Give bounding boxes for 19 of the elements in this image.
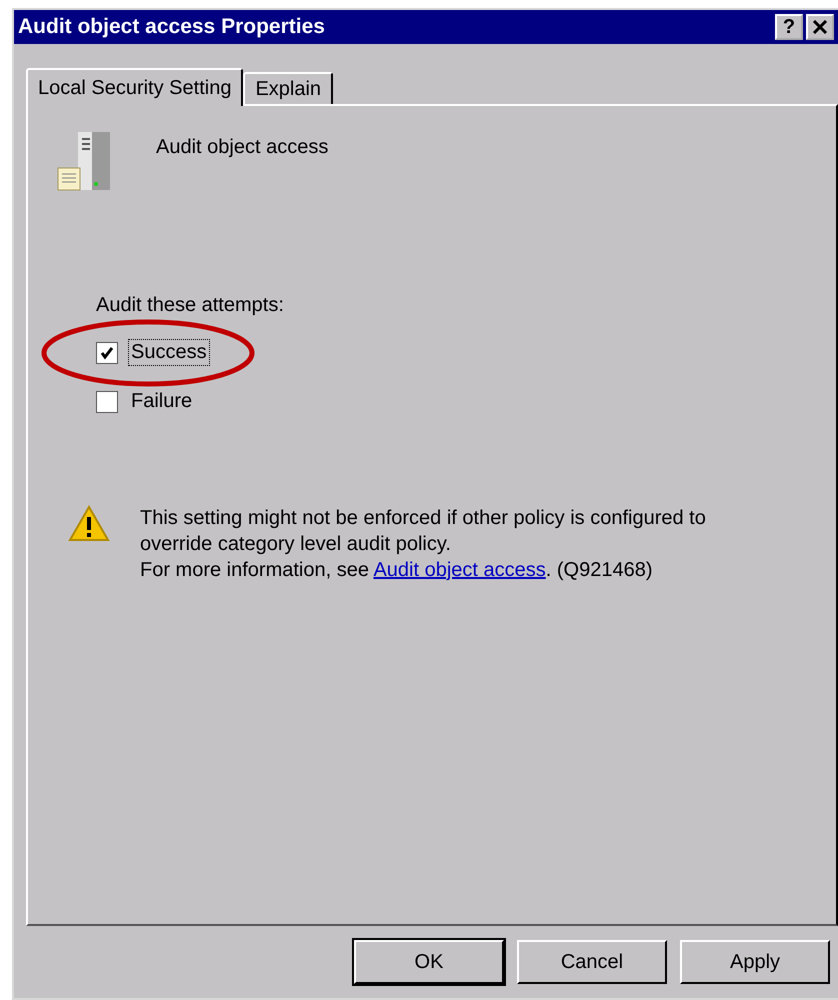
group-label: Audit these attempts: (96, 294, 285, 317)
warning-text: This setting might not be enforced if other policy is configured to override category level audit policy. For more information, see Audit object access. (Q921468) (140, 506, 707, 583)
dialog-button[interactable]: Cancel (517, 940, 667, 984)
policy-name: Audit object access (156, 136, 328, 159)
window-title: Audit object access Properties (18, 15, 326, 39)
tab[interactable]: Local Security Setting (26, 68, 244, 106)
close-icon (812, 20, 828, 34)
warning-icon (68, 505, 110, 543)
checkbox-label[interactable]: Success (128, 339, 210, 366)
dialog-button[interactable]: Apply (680, 940, 830, 984)
checkmark-icon (100, 346, 114, 360)
checkbox-label[interactable]: Failure (128, 388, 196, 415)
checkbox[interactable] (96, 390, 118, 412)
dialog-button[interactable]: OK (354, 940, 504, 984)
close-button[interactable] (806, 14, 834, 40)
help-button[interactable]: ? (775, 14, 803, 40)
tab[interactable]: Explain (243, 72, 334, 104)
help-link[interactable]: Audit object access (373, 559, 546, 581)
checkbox[interactable] (96, 342, 118, 364)
